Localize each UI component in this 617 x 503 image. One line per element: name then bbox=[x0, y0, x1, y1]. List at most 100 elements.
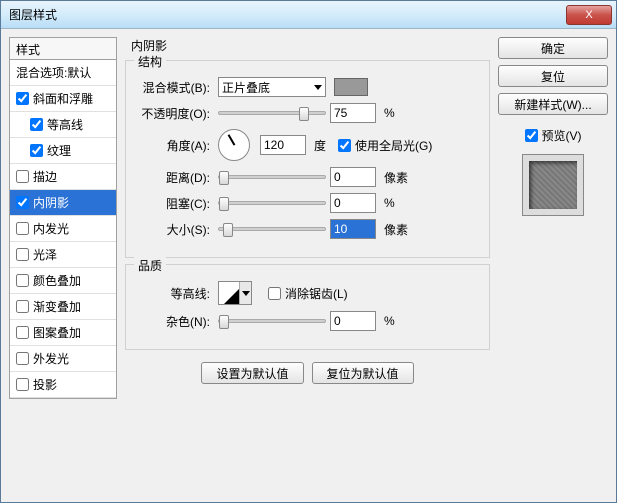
default-buttons-row: 设置为默认值 复位为默认值 bbox=[125, 362, 490, 384]
distance-slider[interactable] bbox=[218, 175, 326, 179]
preview-check-input[interactable] bbox=[525, 129, 538, 142]
sidebar-item-label: 图案叠加 bbox=[33, 324, 81, 341]
antialias-check-input[interactable] bbox=[268, 287, 281, 300]
preview-label: 预览(V) bbox=[542, 127, 582, 144]
sidebar-item-label: 斜面和浮雕 bbox=[33, 90, 93, 107]
distance-label: 距离(D): bbox=[136, 169, 214, 186]
choke-slider[interactable] bbox=[218, 201, 326, 205]
preview-thumbnail bbox=[522, 154, 584, 216]
right-column: 确定 复位 新建样式(W)... 预览(V) bbox=[498, 37, 608, 494]
noise-slider[interactable] bbox=[218, 319, 326, 323]
sidebar-item-label: 纹理 bbox=[47, 142, 71, 159]
quality-legend: 品质 bbox=[134, 257, 166, 274]
window-title: 图层样式 bbox=[9, 6, 566, 23]
sidebar-item-5[interactable]: 内阴影 bbox=[10, 190, 116, 216]
sidebar-item-6[interactable]: 内发光 bbox=[10, 216, 116, 242]
ok-button[interactable]: 确定 bbox=[498, 37, 608, 59]
sidebar-item-checkbox[interactable] bbox=[16, 170, 29, 183]
distance-unit: 像素 bbox=[384, 169, 408, 186]
sidebar-item-11[interactable]: 外发光 bbox=[10, 346, 116, 372]
sidebar-item-checkbox[interactable] bbox=[16, 326, 29, 339]
sidebar-item-checkbox[interactable] bbox=[16, 196, 29, 209]
layer-style-dialog: 图层样式 X 样式 混合选项:默认斜面和浮雕等高线纹理描边内阴影内发光光泽颜色叠… bbox=[0, 0, 617, 503]
cancel-button[interactable]: 复位 bbox=[498, 65, 608, 87]
sidebar-item-12[interactable]: 投影 bbox=[10, 372, 116, 398]
opacity-slider[interactable] bbox=[218, 111, 326, 115]
angle-input[interactable] bbox=[260, 135, 306, 155]
dialog-body: 样式 混合选项:默认斜面和浮雕等高线纹理描边内阴影内发光光泽颜色叠加渐变叠加图案… bbox=[1, 29, 616, 502]
antialias-checkbox[interactable]: 消除锯齿(L) bbox=[268, 285, 348, 302]
close-button[interactable]: X bbox=[566, 5, 612, 25]
blend-mode-label: 混合模式(B): bbox=[136, 79, 214, 96]
sidebar-item-checkbox[interactable] bbox=[16, 248, 29, 261]
sidebar-item-checkbox[interactable] bbox=[16, 92, 29, 105]
choke-unit: % bbox=[384, 196, 395, 210]
sidebar-item-checkbox[interactable] bbox=[30, 118, 43, 131]
sidebar-item-label: 光泽 bbox=[33, 246, 57, 263]
sidebar-header: 样式 bbox=[9, 37, 117, 59]
size-label: 大小(S): bbox=[136, 221, 214, 238]
sidebar-item-checkbox[interactable] bbox=[16, 378, 29, 391]
global-light-label: 使用全局光(G) bbox=[355, 137, 432, 154]
new-style-button[interactable]: 新建样式(W)... bbox=[498, 93, 608, 115]
style-sidebar: 样式 混合选项:默认斜面和浮雕等高线纹理描边内阴影内发光光泽颜色叠加渐变叠加图案… bbox=[9, 37, 117, 494]
structure-legend: 结构 bbox=[134, 53, 166, 70]
sidebar-item-3[interactable]: 纹理 bbox=[10, 138, 116, 164]
sidebar-item-checkbox[interactable] bbox=[16, 300, 29, 313]
contour-label: 等高线: bbox=[136, 285, 214, 302]
sidebar-item-checkbox[interactable] bbox=[30, 144, 43, 157]
opacity-label: 不透明度(O): bbox=[136, 105, 214, 122]
sidebar-item-label: 颜色叠加 bbox=[33, 272, 81, 289]
opacity-unit: % bbox=[384, 106, 395, 120]
angle-dial[interactable] bbox=[218, 129, 250, 161]
global-light-checkbox[interactable]: 使用全局光(G) bbox=[338, 137, 432, 154]
size-input[interactable] bbox=[330, 219, 376, 239]
sidebar-item-1[interactable]: 斜面和浮雕 bbox=[10, 86, 116, 112]
sidebar-item-label: 内发光 bbox=[33, 220, 69, 237]
choke-input[interactable] bbox=[330, 193, 376, 213]
sidebar-item-label: 外发光 bbox=[33, 350, 69, 367]
blend-mode-value: 正片叠底 bbox=[222, 79, 270, 96]
sidebar-item-7[interactable]: 光泽 bbox=[10, 242, 116, 268]
shadow-color-swatch[interactable] bbox=[334, 78, 368, 96]
choke-label: 阻塞(C): bbox=[136, 195, 214, 212]
sidebar-item-label: 混合选项:默认 bbox=[16, 64, 91, 81]
angle-label: 角度(A): bbox=[136, 137, 214, 154]
sidebar-item-9[interactable]: 渐变叠加 bbox=[10, 294, 116, 320]
reset-default-button[interactable]: 复位为默认值 bbox=[312, 362, 414, 384]
sidebar-item-checkbox[interactable] bbox=[16, 274, 29, 287]
panel-title: 内阴影 bbox=[131, 37, 490, 54]
contour-picker[interactable] bbox=[218, 281, 252, 305]
sidebar-item-label: 等高线 bbox=[47, 116, 83, 133]
opacity-input[interactable] bbox=[330, 103, 376, 123]
sidebar-item-label: 渐变叠加 bbox=[33, 298, 81, 315]
preview-checkbox[interactable]: 预览(V) bbox=[525, 127, 582, 144]
settings-panel: 内阴影 结构 混合模式(B): 正片叠底 不透明度(O): % bbox=[125, 37, 490, 494]
sidebar-item-8[interactable]: 颜色叠加 bbox=[10, 268, 116, 294]
sidebar-item-2[interactable]: 等高线 bbox=[10, 112, 116, 138]
sidebar-item-checkbox[interactable] bbox=[16, 352, 29, 365]
sidebar-item-10[interactable]: 图案叠加 bbox=[10, 320, 116, 346]
chevron-down-icon bbox=[242, 291, 250, 296]
sidebar-item-checkbox[interactable] bbox=[16, 222, 29, 235]
global-light-check-input[interactable] bbox=[338, 139, 351, 152]
sidebar-item-label: 内阴影 bbox=[33, 194, 69, 211]
sidebar-item-label: 描边 bbox=[33, 168, 57, 185]
distance-input[interactable] bbox=[330, 167, 376, 187]
quality-fieldset: 品质 等高线: 消除锯齿(L) 杂色(N): % bbox=[125, 264, 490, 350]
noise-input[interactable] bbox=[330, 311, 376, 331]
size-unit: 像素 bbox=[384, 221, 408, 238]
titlebar: 图层样式 X bbox=[1, 1, 616, 29]
noise-unit: % bbox=[384, 314, 395, 328]
blend-mode-select[interactable]: 正片叠底 bbox=[218, 77, 326, 97]
sidebar-item-4[interactable]: 描边 bbox=[10, 164, 116, 190]
structure-fieldset: 结构 混合模式(B): 正片叠底 不透明度(O): % 角度(A bbox=[125, 60, 490, 258]
make-default-button[interactable]: 设置为默认值 bbox=[201, 362, 303, 384]
chevron-down-icon bbox=[314, 85, 322, 90]
antialias-label: 消除锯齿(L) bbox=[285, 285, 348, 302]
sidebar-item-0[interactable]: 混合选项:默认 bbox=[10, 60, 116, 86]
size-slider[interactable] bbox=[218, 227, 326, 231]
sidebar-item-label: 投影 bbox=[33, 376, 57, 393]
noise-label: 杂色(N): bbox=[136, 313, 214, 330]
angle-unit: 度 bbox=[314, 137, 326, 154]
